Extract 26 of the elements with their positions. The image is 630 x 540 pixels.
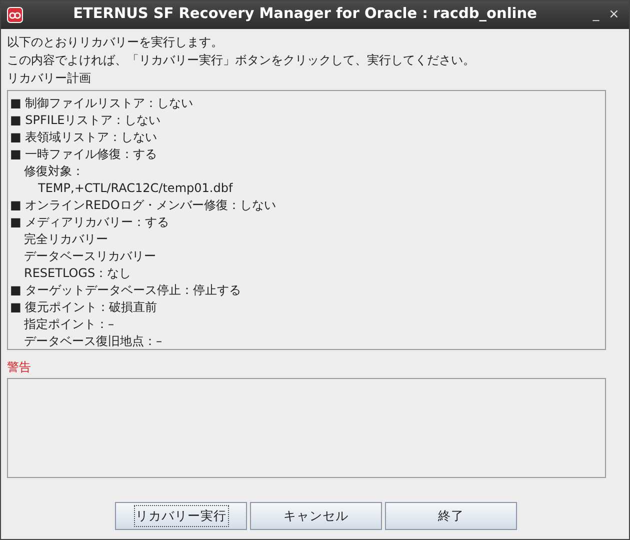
plan-line: ■ 表領域リストア：しない — [10, 129, 158, 146]
plan-line: ■ 制御ファイルリストア：しない — [10, 95, 194, 112]
plan-line: TEMP,+CTL/RAC12C/temp01.dbf — [37, 180, 234, 197]
window-title: ETERNUS SF Recovery Manager for Oracle : racdb_online — [72, 5, 538, 24]
plan-line: ■ 一時ファイル修復：する — [10, 146, 158, 163]
plan-line: 指定ポイント：– — [23, 316, 115, 333]
instruction-text: 以下のとおりリカバリーを実行します。 — [7, 34, 224, 51]
dialog-button[interactable]: キャンセル — [250, 502, 382, 530]
plan-line: データベースリカバリー — [23, 248, 157, 265]
plan-line: 完全リカバリー — [23, 231, 109, 248]
plan-line: ■ メディアリカバリー：する — [10, 214, 170, 231]
plan-line: ■ オンラインREDOログ・メンバー修復：しない — [10, 197, 277, 214]
warning-label: 警告 — [7, 359, 32, 376]
plan-line: RESETLOGS：なし — [23, 265, 132, 282]
plan-line: 修復対象： — [23, 163, 85, 180]
plan-line: データベース復旧地点：– — [23, 333, 163, 350]
dialog-button[interactable]: 終了 — [385, 502, 517, 530]
plan-line: ■ ターゲットデータベース停止：停止する — [10, 282, 242, 299]
plan-line: ■ SPFILEリストア：しない — [10, 112, 162, 129]
close-button[interactable]: × — [605, 5, 623, 25]
plan-line: ■ 復元ポイント：破損直前 — [10, 299, 158, 316]
section-label: リカバリー計画 — [7, 70, 92, 87]
app-icon — [7, 7, 23, 23]
instruction-text: この内容でよければ、「リカバリー実行」ボタンをクリックして、実行してください。 — [7, 52, 476, 69]
minimize-button[interactable]: _ — [587, 5, 605, 25]
dialog-button[interactable]: リカバリー実行 — [115, 502, 247, 530]
